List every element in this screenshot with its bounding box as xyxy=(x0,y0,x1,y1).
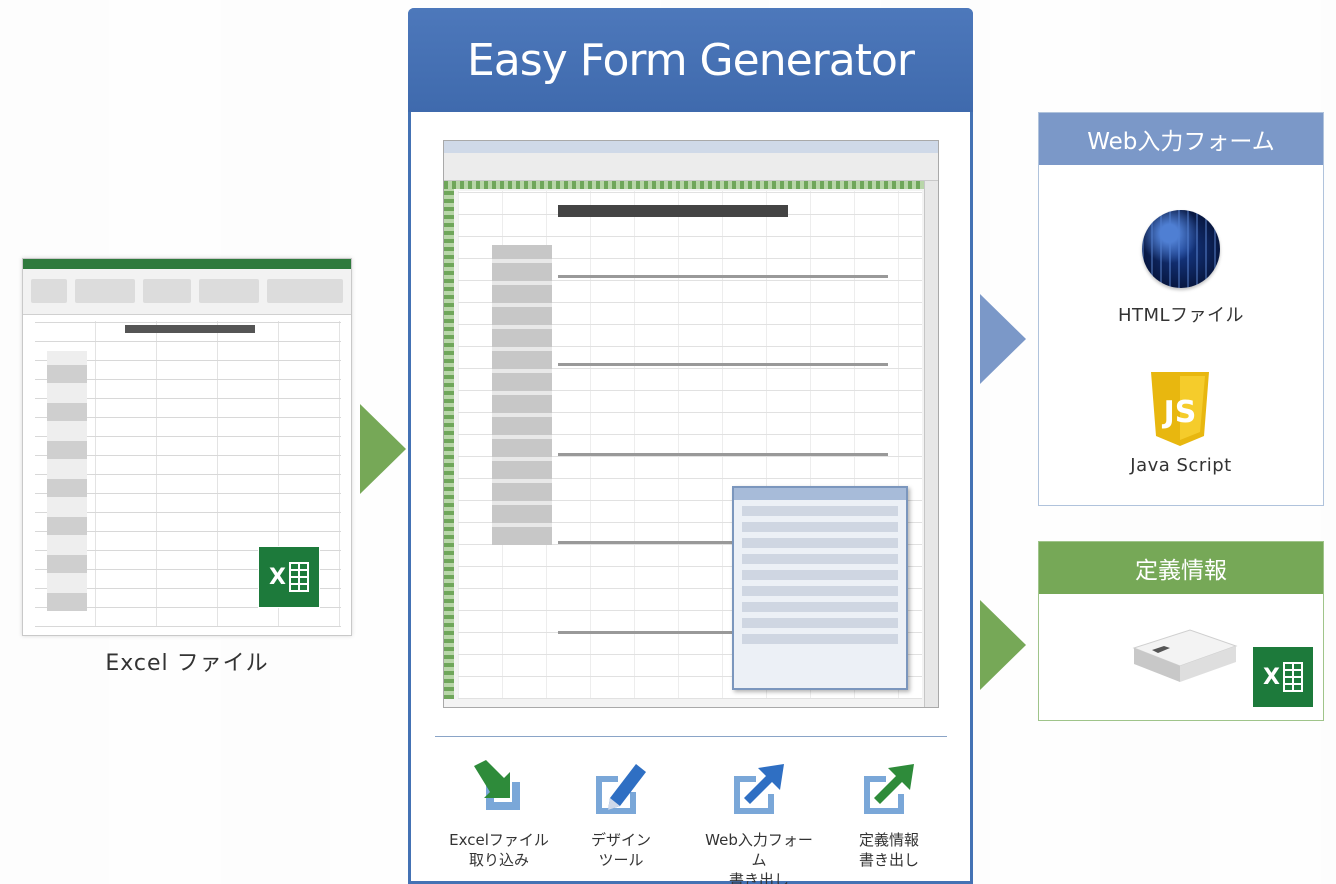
property-dialog xyxy=(732,486,908,690)
web-input-form-box: Web入力フォーム HTMLファイル Java Script xyxy=(1038,112,1324,506)
design-tool-screenshot xyxy=(443,140,939,708)
export-arrow-icon xyxy=(858,758,920,820)
feature-label: 取り込み xyxy=(468,851,529,869)
feature-label: デザイン xyxy=(590,831,651,849)
html-file-label: HTMLファイル xyxy=(1117,305,1245,326)
export-arrow-icon xyxy=(728,758,790,820)
panel-header: Easy Form Generator xyxy=(408,8,973,112)
feature-label: Web入力フォーム xyxy=(705,831,813,869)
feature-label: 定義情報 xyxy=(858,831,919,849)
javascript-label: Java Script xyxy=(1130,455,1232,476)
feature-label: Excelファイル xyxy=(449,831,549,849)
javascript-shield-icon: JS xyxy=(1149,372,1211,446)
arrow-right-icon xyxy=(360,404,406,494)
feature-design-tool: デザイン ツール xyxy=(561,758,681,870)
arrow-right-icon xyxy=(980,294,1026,384)
js-badge-text: JS xyxy=(1162,395,1197,430)
feature-definition-export: 定義情報 書き出し xyxy=(829,758,949,870)
excel-ribbon-tabs xyxy=(23,259,351,269)
excel-ribbon xyxy=(23,269,351,315)
pencil-edit-icon xyxy=(590,758,652,820)
definition-info-header: 定義情報 xyxy=(1039,542,1323,594)
arrow-right-icon xyxy=(980,600,1026,690)
import-arrow-icon xyxy=(468,758,530,820)
feature-label: 書き出し xyxy=(728,871,789,884)
storage-disk-icon xyxy=(1130,628,1240,684)
feature-label: ツール xyxy=(598,851,644,869)
feature-excel-import: Excelファイル 取り込み xyxy=(439,758,559,870)
excel-file-label: Excel ファイル xyxy=(105,651,269,676)
web-input-form-header: Web入力フォーム xyxy=(1039,113,1323,165)
html-globe-icon xyxy=(1142,210,1220,288)
panel-title: Easy Form Generator xyxy=(467,34,915,86)
feature-label: 書き出し xyxy=(858,851,919,869)
divider xyxy=(435,736,947,737)
excel-icon: X xyxy=(258,546,320,608)
feature-web-export: Web入力フォーム 書き出し xyxy=(699,758,819,884)
easy-form-generator-panel: Easy Form Generator Excelファイル 取り込み デザイン … xyxy=(408,8,973,884)
excel-icon: X xyxy=(1252,646,1314,708)
